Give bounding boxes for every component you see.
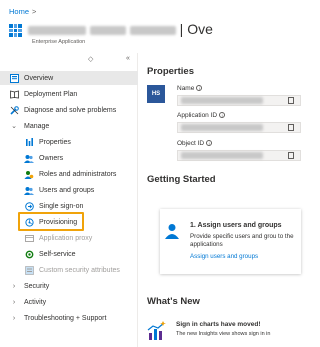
sidebar-item-label: Single sign-on <box>39 202 84 210</box>
sidebar-item-sso[interactable]: Single sign-on <box>0 199 138 213</box>
sidebar-group-label: Activity <box>24 298 47 306</box>
sidebar-item-label: Deployment Plan <box>24 90 78 98</box>
getting-started-heading: Getting Started <box>147 174 216 185</box>
provisioning-highlight-box <box>18 212 84 231</box>
sidebar-item-label: Self-service <box>39 250 76 258</box>
application-id-field[interactable] <box>177 122 301 133</box>
copy-icon[interactable] <box>288 124 294 131</box>
sidebar-item-roles[interactable]: Roles and administrators <box>0 167 138 181</box>
name-field[interactable] <box>177 95 301 106</box>
attributes-icon <box>24 265 34 275</box>
breadcrumb-home-link[interactable]: Home <box>9 7 29 16</box>
sidebar-item-self-service[interactable]: Self-service <box>0 247 138 261</box>
roles-icon <box>24 169 34 179</box>
sidebar-item-users-groups[interactable]: Users and groups <box>0 183 138 197</box>
chevron-right-icon: › <box>12 282 16 290</box>
properties-heading: Properties <box>147 66 194 77</box>
breadcrumb: Home > <box>9 7 36 16</box>
sidebar-group-security[interactable]: › Security <box>0 279 138 293</box>
info-icon[interactable]: i <box>196 85 203 91</box>
sidebar-item-label: Application proxy <box>39 234 93 242</box>
redacted-app-name <box>129 25 176 35</box>
overview-icon <box>9 73 19 83</box>
chevron-right-icon: › <box>12 314 16 322</box>
proxy-icon <box>24 233 34 243</box>
sidebar-item-app-proxy[interactable]: Application proxy <box>0 231 138 245</box>
sidebar-item-label: Roles and administrators <box>39 170 117 178</box>
sidebar-item-deployment-plan[interactable]: Deployment Plan <box>0 87 138 101</box>
sidebar-group-label: Security <box>24 282 50 290</box>
sidebar-group-label: Troubleshooting + Support <box>24 314 107 322</box>
sidebar-item-custom-security-attributes[interactable]: Custom security attributes <box>0 263 138 277</box>
object-id-label: Object ID i <box>177 140 213 147</box>
copy-icon[interactable] <box>288 97 294 104</box>
pin-icon[interactable]: ◇ <box>88 55 93 63</box>
redacted-value <box>181 97 263 104</box>
sidebar-item-owners[interactable]: Owners <box>0 151 138 165</box>
info-icon[interactable]: i <box>206 140 213 146</box>
card-description: Provide specific users and grou to the a… <box>190 233 294 248</box>
user-icon <box>165 223 179 242</box>
wrench-icon <box>9 105 19 115</box>
redacted-app-name <box>28 25 86 35</box>
self-service-icon <box>24 249 34 259</box>
redacted-app-name <box>89 25 126 35</box>
sidebar-item-label: Users and groups <box>39 186 95 194</box>
copy-icon[interactable] <box>288 152 294 159</box>
sidebar-controls: ◇ « <box>0 53 138 67</box>
sidebar-item-label: Custom security attributes <box>39 266 120 274</box>
sidebar: ◇ « Overview Deployment Plan Diagnose an… <box>0 53 138 347</box>
chevron-right-icon: › <box>12 298 16 306</box>
sidebar-item-label: Diagnose and solve problems <box>24 106 117 114</box>
book-icon <box>9 89 19 99</box>
sidebar-group-manage[interactable]: ⌄ Manage <box>0 119 138 133</box>
sidebar-item-label: Owners <box>39 154 64 162</box>
page-title-suffix: | Ove <box>179 21 213 37</box>
application-id-label: Application ID i <box>177 112 226 119</box>
collapse-icon[interactable]: « <box>126 55 130 62</box>
sidebar-group-label: Manage <box>24 122 50 130</box>
breadcrumb-separator: > <box>32 7 37 16</box>
sidebar-group-troubleshooting[interactable]: › Troubleshooting + Support <box>0 311 138 325</box>
enterprise-app-icon <box>9 24 22 37</box>
chevron-down-icon: ⌄ <box>11 123 17 130</box>
object-id-label-text: Object ID <box>177 140 205 147</box>
users-icon <box>24 185 34 195</box>
assign-users-card: 1. Assign users and groups Provide speci… <box>160 209 301 274</box>
app-avatar: HS <box>147 85 165 103</box>
owners-icon <box>24 153 34 163</box>
page-title: | Ove <box>28 21 213 37</box>
sidebar-item-label: Properties <box>39 138 71 146</box>
properties-icon <box>24 137 34 147</box>
card-title: 1. Assign users and groups <box>190 222 282 229</box>
whats-new-heading: What's New <box>147 296 200 307</box>
object-id-field[interactable] <box>177 150 301 161</box>
sidebar-item-diagnose[interactable]: Diagnose and solve problems <box>0 103 138 117</box>
assign-users-link[interactable]: Assign users and groups <box>190 253 258 260</box>
application-id-label-text: Application ID <box>177 112 218 119</box>
name-label: Name i <box>177 85 203 92</box>
name-label-text: Name <box>177 85 195 92</box>
news-title[interactable]: Sign in charts have moved! <box>176 321 261 328</box>
chart-icon <box>147 321 167 341</box>
info-icon[interactable]: i <box>219 112 226 118</box>
redacted-value <box>181 152 263 159</box>
sidebar-item-label: Overview <box>24 74 54 82</box>
redacted-value <box>181 124 263 131</box>
sidebar-group-activity[interactable]: › Activity <box>0 295 138 309</box>
sidebar-item-overview[interactable]: Overview <box>0 71 138 85</box>
news-description: The new Insights view shows sign in in <box>176 331 271 337</box>
sidebar-item-properties[interactable]: Properties <box>0 135 138 149</box>
app-header: | Ove Enterprise Application <box>9 21 301 49</box>
page-subtitle: Enterprise Application <box>32 39 86 45</box>
sso-icon <box>24 201 34 211</box>
